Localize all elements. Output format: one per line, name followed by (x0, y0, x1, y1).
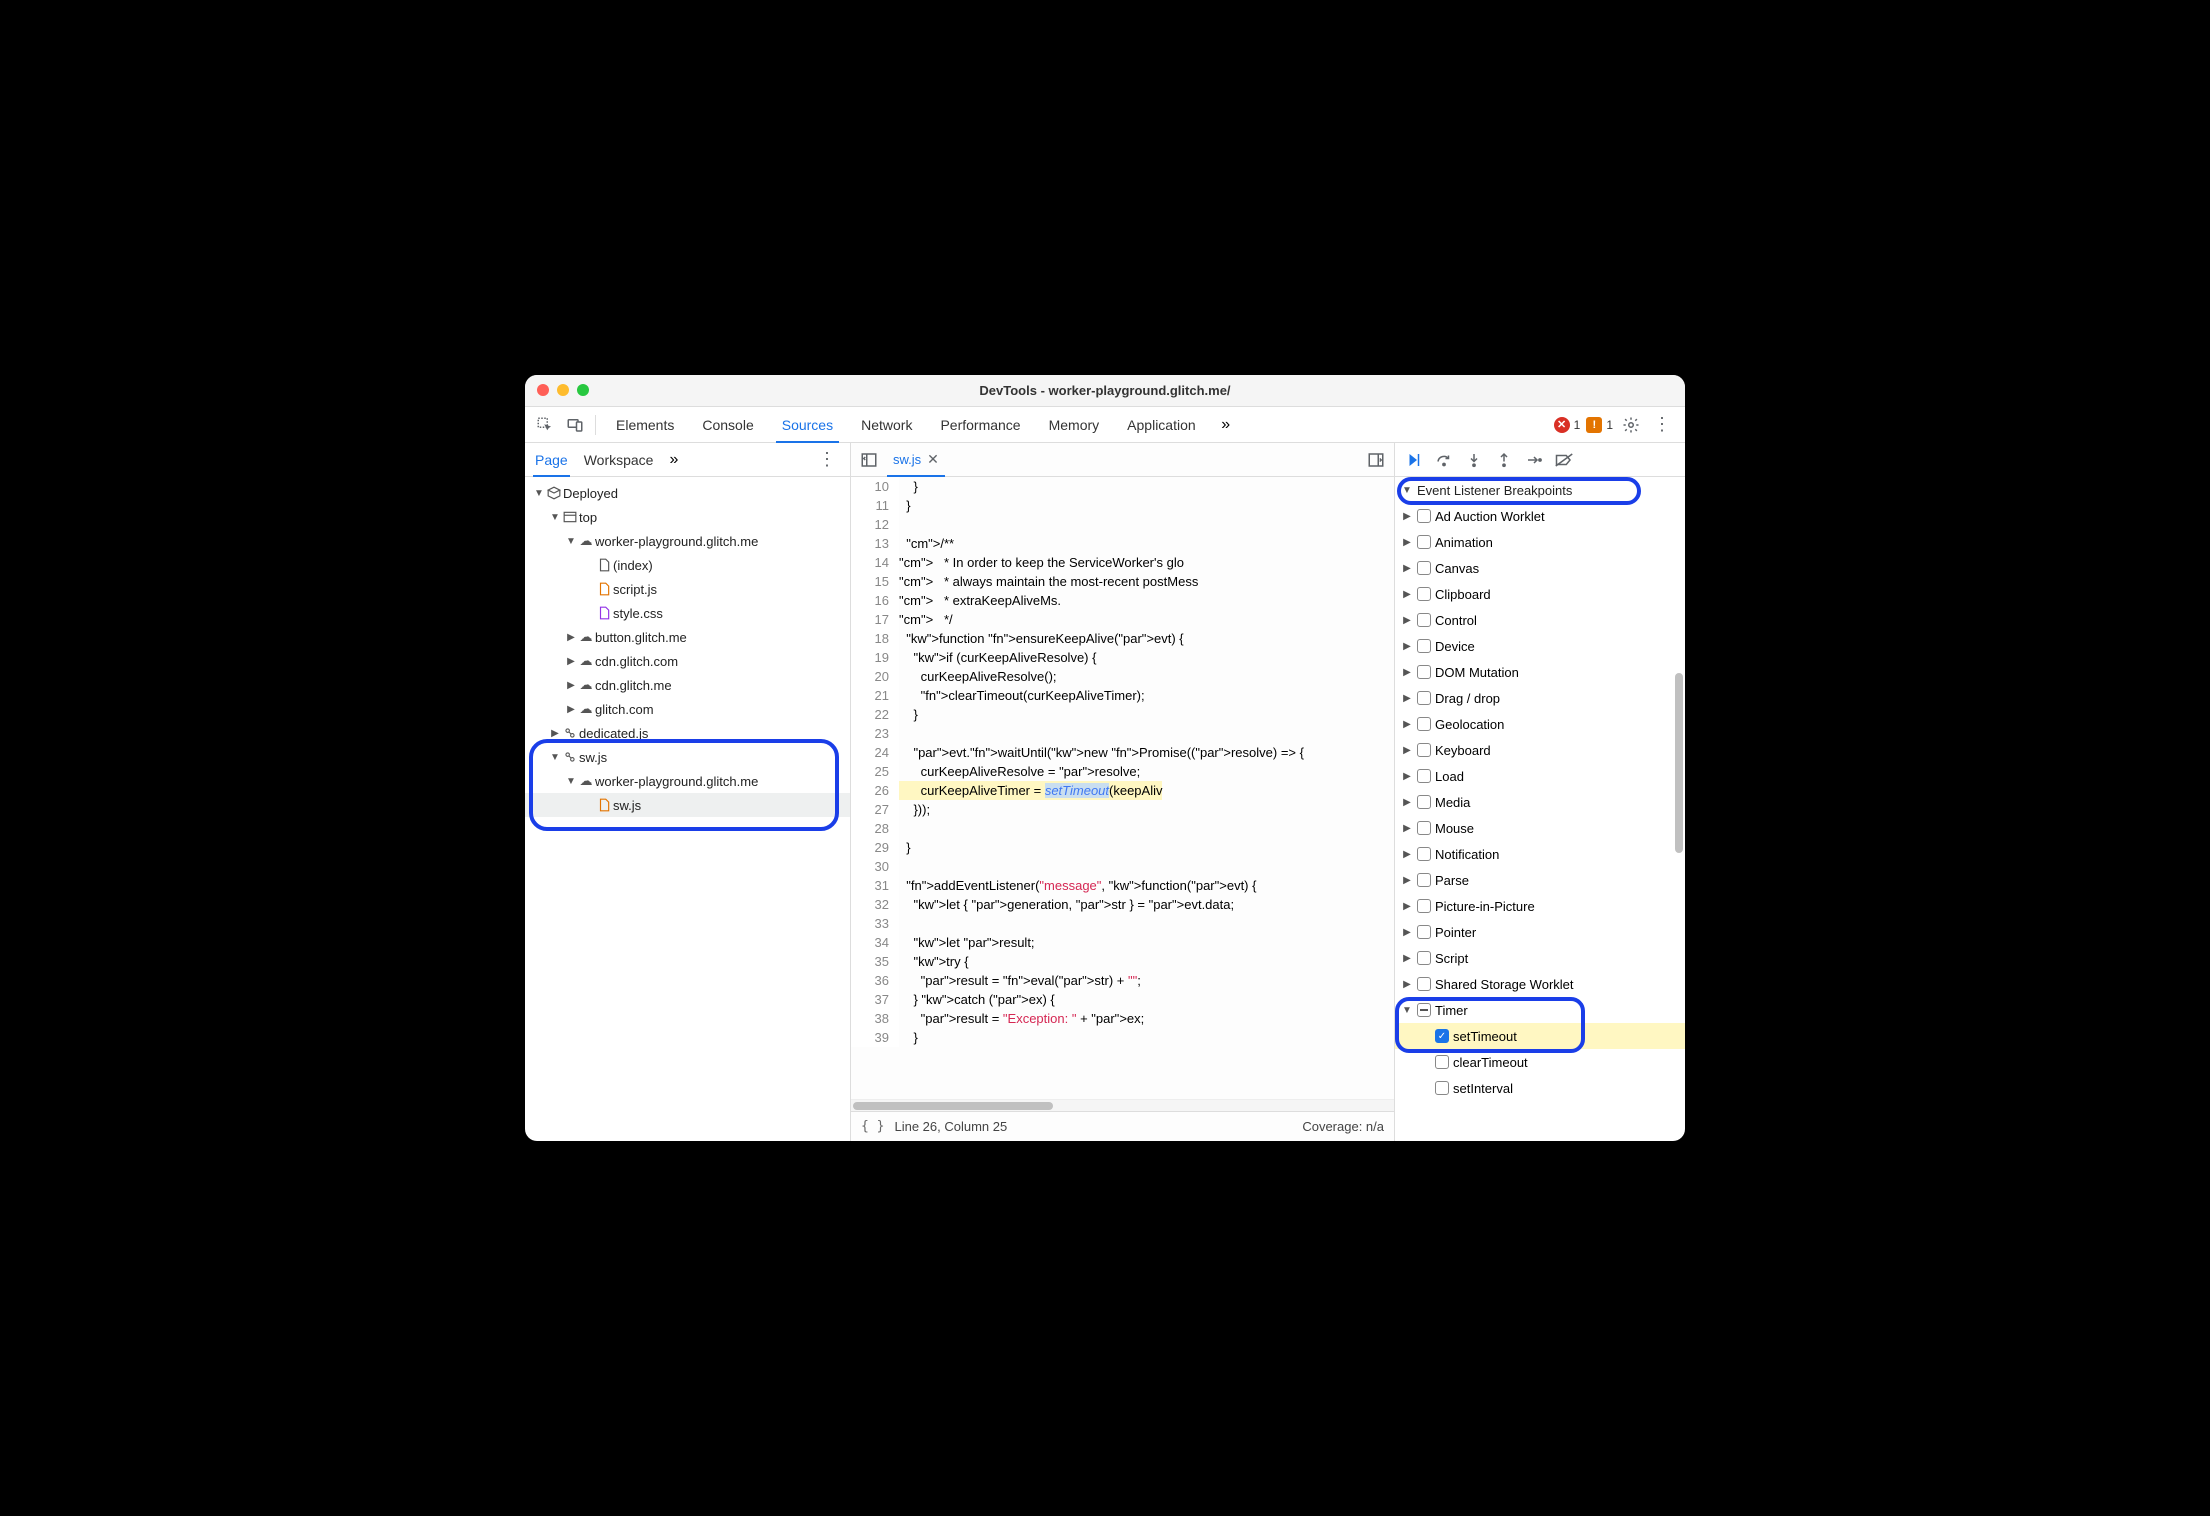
step-over-icon[interactable] (1433, 449, 1455, 471)
panels: Page Workspace » ⋮ ▼Deployed ▼top ▼☁work… (525, 443, 1685, 1141)
bp-cat-shared-storage-worklet[interactable]: ▶Shared Storage Worklet (1395, 971, 1685, 997)
tree-dedicated[interactable]: ▶dedicated.js (525, 721, 850, 745)
tab-sources[interactable]: Sources (768, 407, 847, 443)
resume-icon[interactable] (1403, 449, 1425, 471)
tree-script[interactable]: script.js (525, 577, 850, 601)
cursor-position: Line 26, Column 25 (894, 1119, 1007, 1134)
h-scrollbar-thumb[interactable] (853, 1102, 1053, 1110)
debugger-toggle-icon[interactable] (1364, 448, 1388, 472)
devtools-window: DevTools - worker-playground.glitch.me/ … (525, 375, 1685, 1141)
deactivate-bp-icon[interactable] (1553, 449, 1575, 471)
bp-event-settimeout[interactable]: ✓setTimeout (1395, 1023, 1685, 1049)
bp-cat-media[interactable]: ▶Media (1395, 789, 1685, 815)
tree-wpg[interactable]: ▼☁worker-playground.glitch.me (525, 529, 850, 553)
main-toolbar: ElementsConsoleSourcesNetworkPerformance… (525, 407, 1685, 443)
file-tree: ▼Deployed ▼top ▼☁worker-playground.glitc… (525, 477, 850, 821)
panel-tabs: ElementsConsoleSourcesNetworkPerformance… (602, 407, 1210, 443)
close-window-button[interactable] (537, 384, 549, 396)
bp-cat-mouse[interactable]: ▶Mouse (1395, 815, 1685, 841)
v-scrollbar[interactable] (1675, 673, 1683, 853)
bp-event-setinterval[interactable]: setInterval (1395, 1075, 1685, 1101)
tab-memory[interactable]: Memory (1035, 407, 1114, 443)
tabs-more[interactable]: » (1212, 416, 1240, 434)
step-into-icon[interactable] (1463, 449, 1485, 471)
navigator-toggle-icon[interactable] (857, 448, 881, 472)
tree-swjs[interactable]: sw.js (525, 793, 850, 817)
navigator-more[interactable]: » (669, 451, 678, 469)
debugger-toolbar (1395, 443, 1685, 477)
tree-swroot[interactable]: ▼sw.js (525, 745, 850, 769)
bp-cat-animation[interactable]: ▶Animation (1395, 529, 1685, 555)
tab-network[interactable]: Network (847, 407, 926, 443)
bp-cat-device[interactable]: ▶Device (1395, 633, 1685, 659)
tree-cdncom[interactable]: ▶☁cdn.glitch.com (525, 649, 850, 673)
page-tab[interactable]: Page (535, 443, 568, 477)
bp-cat-picture-in-picture[interactable]: ▶Picture-in-Picture (1395, 893, 1685, 919)
editor-panel: sw.js✕ 10 }11 }1213 "cm">/**14"cm"> * In… (851, 443, 1395, 1141)
tree-cdnme[interactable]: ▶☁cdn.glitch.me (525, 673, 850, 697)
bp-cat-script[interactable]: ▶Script (1395, 945, 1685, 971)
bp-cat-control[interactable]: ▶Control (1395, 607, 1685, 633)
editor-statusbar: { } Line 26, Column 25 Coverage: n/a (851, 1111, 1394, 1141)
titlebar: DevTools - worker-playground.glitch.me/ (525, 375, 1685, 407)
bp-cat-geolocation[interactable]: ▶Geolocation (1395, 711, 1685, 737)
settings-icon[interactable] (1619, 413, 1643, 437)
bp-cat-canvas[interactable]: ▶Canvas (1395, 555, 1685, 581)
bp-cat-parse[interactable]: ▶Parse (1395, 867, 1685, 893)
bp-cat-dom-mutation[interactable]: ▶DOM Mutation (1395, 659, 1685, 685)
traffic-lights (537, 384, 589, 396)
tree-wpg2[interactable]: ▼☁worker-playground.glitch.me (525, 769, 850, 793)
coverage-status: Coverage: n/a (1302, 1119, 1384, 1134)
bp-cat-load[interactable]: ▶Load (1395, 763, 1685, 789)
zoom-window-button[interactable] (577, 384, 589, 396)
file-tabs: sw.js✕ (851, 443, 1394, 477)
tree-index[interactable]: (index) (525, 553, 850, 577)
tab-elements[interactable]: Elements (602, 407, 688, 443)
navigator-panel: Page Workspace » ⋮ ▼Deployed ▼top ▼☁work… (525, 443, 851, 1141)
tree-button[interactable]: ▶☁button.glitch.me (525, 625, 850, 649)
event-listener-bp-header[interactable]: ▼Event Listener Breakpoints (1395, 477, 1685, 503)
bp-cat-pointer[interactable]: ▶Pointer (1395, 919, 1685, 945)
minimize-window-button[interactable] (557, 384, 569, 396)
bp-cat-clipboard[interactable]: ▶Clipboard (1395, 581, 1685, 607)
bp-cat-notification[interactable]: ▶Notification (1395, 841, 1685, 867)
window-title: DevTools - worker-playground.glitch.me/ (525, 383, 1685, 398)
device-toolbar-icon[interactable] (561, 411, 589, 439)
h-scrollbar[interactable] (851, 1099, 1394, 1111)
warnings-badge[interactable]: !1 (1586, 417, 1613, 433)
bp-cat-keyboard[interactable]: ▶Keyboard (1395, 737, 1685, 763)
tab-performance[interactable]: Performance (926, 407, 1034, 443)
code-editor[interactable]: 10 }11 }1213 "cm">/**14"cm"> * In order … (851, 477, 1394, 1099)
bp-cat-timer[interactable]: ▼Timer (1395, 997, 1685, 1023)
tree-glitch[interactable]: ▶☁glitch.com (525, 697, 850, 721)
step-icon[interactable] (1523, 449, 1545, 471)
pretty-print-icon[interactable]: { } (861, 1119, 884, 1134)
kebab-menu[interactable]: ⋮ (1649, 414, 1675, 435)
tab-console[interactable]: Console (688, 407, 767, 443)
tree-style[interactable]: style.css (525, 601, 850, 625)
inspect-element-icon[interactable] (531, 411, 559, 439)
navigator-kebab[interactable]: ⋮ (814, 449, 840, 470)
bp-event-cleartimeout[interactable]: clearTimeout (1395, 1049, 1685, 1075)
close-tab-icon[interactable]: ✕ (927, 451, 939, 468)
debugger-panel: ▼Event Listener Breakpoints ▶Ad Auction … (1395, 443, 1685, 1141)
tree-top[interactable]: ▼top (525, 505, 850, 529)
breakpoint-categories: ▶Ad Auction Worklet▶Animation▶Canvas▶Cli… (1395, 503, 1685, 1141)
navigator-tabs: Page Workspace » ⋮ (525, 443, 850, 477)
errors-badge[interactable]: ✕1 (1554, 417, 1581, 433)
bp-cat-ad-auction-worklet[interactable]: ▶Ad Auction Worklet (1395, 503, 1685, 529)
bp-cat-drag-drop[interactable]: ▶Drag / drop (1395, 685, 1685, 711)
workspace-tab[interactable]: Workspace (584, 443, 654, 477)
divider (595, 415, 596, 435)
file-tab-swjs[interactable]: sw.js✕ (887, 443, 945, 477)
tab-application[interactable]: Application (1113, 407, 1210, 443)
step-out-icon[interactable] (1493, 449, 1515, 471)
tree-deployed[interactable]: ▼Deployed (525, 481, 850, 505)
